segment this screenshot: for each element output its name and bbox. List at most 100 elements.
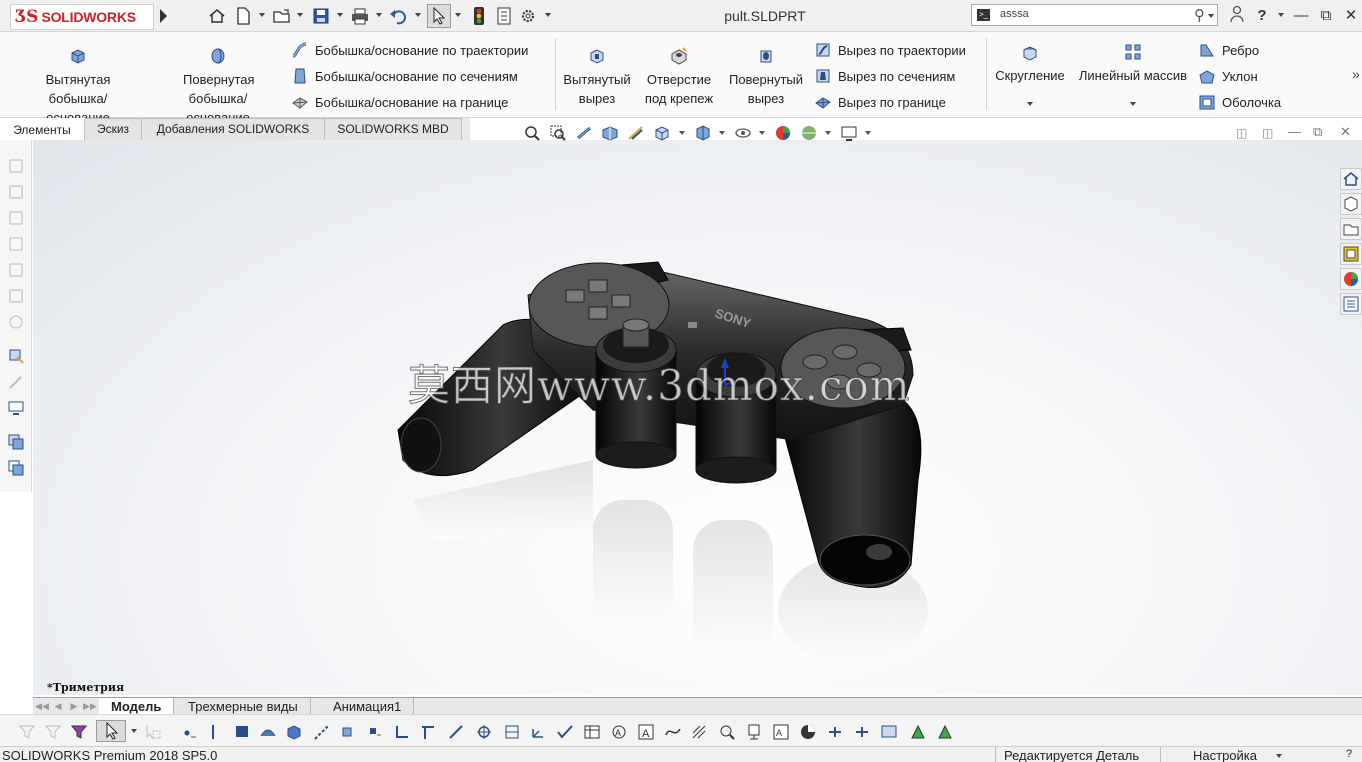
fillet-dropdown-icon[interactable] bbox=[1027, 102, 1033, 106]
search-dropdown-icon[interactable] bbox=[1208, 14, 1214, 18]
design-library-icon[interactable] bbox=[1340, 193, 1362, 215]
section-view-icon[interactable] bbox=[601, 124, 619, 142]
hide-show-items-icon[interactable] bbox=[734, 124, 752, 142]
apply-scene-icon[interactable] bbox=[800, 124, 818, 142]
print-icon[interactable] bbox=[350, 6, 370, 26]
select-tool-dropdown-icon[interactable] bbox=[131, 729, 137, 733]
sketch-pen-icon[interactable] bbox=[7, 373, 25, 391]
viewport-restore-icon[interactable]: ⧉ bbox=[1313, 124, 1322, 140]
menu-expand-arrow-icon[interactable] bbox=[160, 9, 167, 23]
help-small-icon[interactable]: ? bbox=[1346, 748, 1352, 760]
fillet-button[interactable]: Скругление bbox=[990, 42, 1070, 85]
pattern-dropdown-icon[interactable] bbox=[1130, 102, 1136, 106]
annotation-text-icon[interactable]: A bbox=[637, 723, 655, 741]
file-explorer-icon[interactable] bbox=[1340, 218, 1362, 240]
property-manager-icon[interactable] bbox=[7, 183, 25, 201]
file-properties-icon[interactable] bbox=[494, 6, 514, 26]
restore-icon[interactable]: ⧉ bbox=[1315, 5, 1337, 27]
linear-pattern-button[interactable]: Линейный массив bbox=[1074, 42, 1192, 85]
custom-properties-icon[interactable] bbox=[1340, 293, 1362, 315]
datum-icon[interactable] bbox=[745, 723, 763, 741]
filter-icon[interactable] bbox=[18, 723, 36, 741]
draft-button[interactable]: Уклон bbox=[1198, 65, 1258, 87]
view-palette-icon[interactable] bbox=[1340, 243, 1362, 265]
prev-tab-icon[interactable]: ◀ bbox=[51, 699, 65, 713]
tab-animation1[interactable]: Анимация1 bbox=[321, 698, 415, 715]
next-tab-icon[interactable]: ▶ bbox=[67, 699, 81, 713]
centerline-icon[interactable] bbox=[313, 723, 331, 741]
box-select-icon[interactable] bbox=[144, 723, 162, 741]
apply-scene-dropdown-icon[interactable] bbox=[825, 131, 831, 135]
options-gear-icon[interactable] bbox=[518, 6, 538, 26]
revolved-boss-button[interactable]: Повернутая бобышка/основание bbox=[150, 46, 286, 127]
solidworks-logo[interactable]: ƷS SOLIDWORKS bbox=[10, 4, 154, 30]
more-commands-icon[interactable]: » bbox=[1352, 66, 1360, 82]
view-settings-icon[interactable] bbox=[840, 124, 858, 142]
select-pointer-icon[interactable] bbox=[427, 4, 451, 28]
hide-show-dropdown-icon[interactable] bbox=[759, 131, 765, 135]
smart-point-icon[interactable] bbox=[365, 723, 383, 741]
surface-finish-icon[interactable] bbox=[799, 723, 817, 741]
edit-appearance-icon[interactable] bbox=[774, 124, 792, 142]
new-dropdown-icon[interactable] bbox=[259, 13, 265, 17]
view-orientation-icon[interactable] bbox=[653, 124, 671, 142]
select-tool-button[interactable] bbox=[96, 720, 126, 742]
view-orientation-dropdown-icon[interactable] bbox=[679, 131, 685, 135]
spline-icon[interactable] bbox=[664, 723, 682, 741]
minimize-icon[interactable]: — bbox=[1290, 5, 1312, 27]
last-tab-icon[interactable]: ▶▶ bbox=[83, 699, 97, 713]
swept-cut-button[interactable]: Вырез по траектории bbox=[814, 39, 966, 61]
open-folder-icon[interactable] bbox=[272, 6, 292, 26]
new-document-icon[interactable] bbox=[233, 6, 253, 26]
user-icon[interactable] bbox=[1226, 5, 1248, 27]
undo-icon[interactable] bbox=[389, 6, 409, 26]
line-icon[interactable] bbox=[207, 723, 225, 741]
dimxpert-icon[interactable] bbox=[7, 235, 25, 253]
cam-manager-icon[interactable] bbox=[7, 287, 25, 305]
selection-filter-icon[interactable] bbox=[70, 723, 88, 741]
dimension-icon[interactable] bbox=[339, 723, 357, 741]
tab-solidworks-mbd[interactable]: SOLIDWORKS MBD bbox=[325, 118, 462, 140]
copy-layer-icon[interactable] bbox=[7, 433, 25, 451]
trim-icon[interactable] bbox=[419, 723, 437, 741]
hatch-icon[interactable] bbox=[690, 723, 708, 741]
viewport-close-icon[interactable]: ✕ bbox=[1340, 124, 1351, 140]
zoom-to-fit-icon[interactable] bbox=[523, 124, 541, 142]
search-input[interactable]: >_ asssa ⚲ bbox=[971, 4, 1218, 26]
units-dropdown-icon[interactable] bbox=[1276, 754, 1282, 758]
help-dropdown-icon[interactable] bbox=[1278, 13, 1284, 17]
tab-3d-views[interactable]: Трехмерные виды bbox=[176, 698, 311, 715]
save-dropdown-icon[interactable] bbox=[337, 13, 343, 17]
display-manager-icon[interactable] bbox=[7, 261, 25, 279]
design-table-icon[interactable] bbox=[583, 723, 601, 741]
cube-icon[interactable] bbox=[285, 723, 303, 741]
select-dropdown-icon[interactable] bbox=[455, 13, 461, 17]
custom-units[interactable]: Настройка bbox=[1193, 748, 1257, 762]
extruded-boss-button[interactable]: Вытянутая бобышка/основание bbox=[8, 46, 148, 127]
align-right-icon[interactable] bbox=[853, 723, 871, 741]
rectangle-icon[interactable] bbox=[233, 723, 251, 741]
lofted-cut-button[interactable]: Вырез по сечениям bbox=[814, 65, 955, 87]
solidworks-resources-icon[interactable] bbox=[1340, 168, 1362, 190]
explode-block-icon[interactable] bbox=[936, 723, 954, 741]
viewport-tile-right-icon[interactable]: ◫ bbox=[1262, 126, 1273, 140]
arc-icon[interactable] bbox=[259, 723, 277, 741]
feature-tree-icon[interactable] bbox=[7, 157, 25, 175]
align-left-icon[interactable] bbox=[826, 723, 844, 741]
mirror-icon[interactable] bbox=[447, 723, 465, 741]
text-box-icon[interactable]: A bbox=[772, 723, 790, 741]
tab-solidworks-addins[interactable]: Добавления SOLIDWORKS bbox=[142, 118, 325, 140]
dynamic-annotation-icon[interactable] bbox=[627, 124, 645, 142]
tab-model[interactable]: Модель bbox=[99, 698, 175, 715]
save-icon[interactable] bbox=[311, 6, 331, 26]
block-icon[interactable] bbox=[880, 723, 898, 741]
display-style-icon[interactable] bbox=[694, 124, 712, 142]
shell-button[interactable]: Оболочка bbox=[1198, 91, 1281, 113]
undo-dropdown-icon[interactable] bbox=[415, 13, 421, 17]
swept-boss-button[interactable]: Бобышка/основание по траектории bbox=[291, 39, 528, 61]
close-icon[interactable]: ✕ bbox=[1340, 5, 1362, 27]
display-screen-icon[interactable] bbox=[7, 399, 25, 417]
boundary-boss-button[interactable]: Бобышка/основание на границе bbox=[291, 91, 508, 113]
check-sketch-icon[interactable] bbox=[556, 723, 574, 741]
revolved-cut-button[interactable]: Повернутый вырез bbox=[722, 46, 810, 108]
